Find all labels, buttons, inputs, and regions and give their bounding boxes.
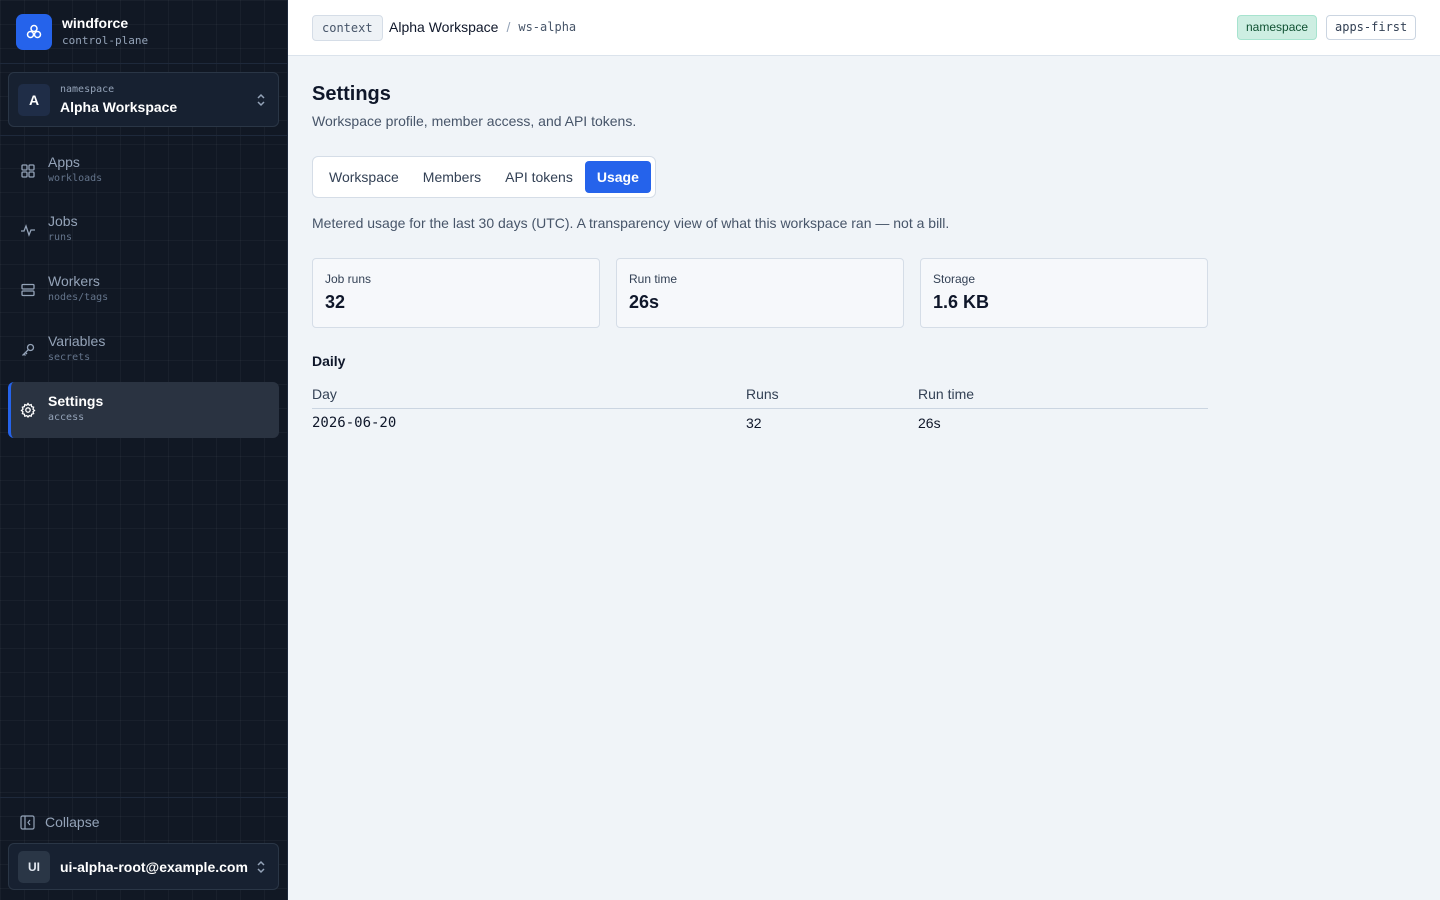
namespace-avatar: A bbox=[18, 83, 50, 116]
sidebar-item-sublabel: workloads bbox=[48, 173, 103, 184]
brand[interactable]: windforce control-plane bbox=[16, 14, 148, 50]
brand-name: windforce bbox=[62, 15, 129, 31]
column-header-runs: Runs bbox=[746, 386, 779, 402]
tab-api-tokens[interactable]: API tokens bbox=[493, 161, 585, 193]
tab-usage[interactable]: Usage bbox=[584, 161, 651, 193]
namespace-badge: namespace bbox=[1237, 15, 1318, 40]
sidebar-item-sublabel: access bbox=[48, 412, 85, 423]
sidebar-item-label: Workers bbox=[48, 273, 100, 289]
user-email: ui-alpha-root@example.com bbox=[60, 858, 248, 875]
settings-tabs: Workspace Members API tokens Usage bbox=[312, 156, 656, 198]
avatar: UI bbox=[18, 850, 50, 883]
sidebar-item-label: Jobs bbox=[48, 213, 78, 229]
sidebar-item-sublabel: nodes/tags bbox=[48, 292, 109, 303]
stat-label: Storage bbox=[933, 272, 976, 286]
collapse-icon bbox=[20, 814, 35, 830]
cell-runs: 32 bbox=[746, 415, 762, 431]
sidebar-item-sublabel: runs bbox=[48, 232, 73, 243]
sidebar-item-workers[interactable]: Workers nodes/tags bbox=[8, 262, 279, 318]
main-content: Settings Workspace profile, member acces… bbox=[288, 56, 1440, 900]
tab-members[interactable]: Members bbox=[411, 161, 493, 193]
stat-label: Job runs bbox=[325, 272, 372, 286]
usage-note: Metered usage for the last 30 days (UTC)… bbox=[312, 215, 950, 231]
page-title: Settings bbox=[312, 83, 391, 105]
table-header-row: Day Runs Run time bbox=[312, 383, 1208, 409]
sidebar-item-jobs[interactable]: Jobs runs bbox=[8, 202, 279, 258]
sidebar-item-label: Apps bbox=[48, 154, 80, 170]
daily-table: Day Runs Run time 2026-06-20 32 26s bbox=[312, 383, 1208, 437]
sidebar-item-label: Settings bbox=[48, 393, 104, 409]
activity-icon bbox=[21, 224, 35, 237]
tab-workspace[interactable]: Workspace bbox=[317, 161, 411, 193]
gear-icon bbox=[20, 402, 36, 418]
page-description: Workspace profile, member access, and AP… bbox=[312, 113, 637, 129]
user-switcher[interactable]: UI ui-alpha-root@example.com bbox=[8, 843, 279, 890]
divider bbox=[0, 797, 288, 798]
stat-value: 32 bbox=[325, 292, 346, 312]
brand-logo-icon bbox=[16, 14, 52, 50]
column-header-day: Day bbox=[312, 386, 337, 402]
cell-run-time: 26s bbox=[918, 415, 941, 431]
cell-day: 2026-06-20 bbox=[312, 415, 397, 431]
context-pill: context bbox=[312, 15, 383, 41]
server-icon bbox=[21, 283, 35, 297]
namespace-switcher[interactable]: A namespace Alpha Workspace bbox=[8, 72, 279, 127]
collapse-label: Collapse bbox=[45, 814, 100, 830]
stat-value: 26s bbox=[629, 292, 660, 312]
stat-card-storage: Storage 1.6 KB bbox=[920, 258, 1208, 328]
stat-card-run-time: Run time 26s bbox=[616, 258, 904, 328]
daily-section-title: Daily bbox=[312, 353, 346, 369]
namespace-name: Alpha Workspace bbox=[60, 99, 178, 115]
namespace-label: namespace bbox=[60, 84, 115, 95]
column-header-run-time: Run time bbox=[918, 386, 975, 402]
sidebar-item-apps[interactable]: Apps workloads bbox=[8, 143, 279, 199]
breadcrumb-workspace-id: ws-alpha bbox=[518, 20, 577, 34]
topbar: context Alpha Workspace / ws-alpha names… bbox=[288, 0, 1440, 56]
stat-value: 1.6 KB bbox=[933, 292, 990, 312]
apps-first-badge: apps-first bbox=[1326, 15, 1417, 40]
divider bbox=[0, 63, 288, 64]
sidebar-item-settings[interactable]: Settings access bbox=[8, 382, 279, 438]
breadcrumb: Alpha Workspace / ws-alpha bbox=[389, 18, 576, 36]
sidebar-item-sublabel: secrets bbox=[48, 352, 91, 363]
grid-icon bbox=[21, 164, 35, 178]
brand-subtitle: control-plane bbox=[62, 34, 149, 47]
stat-label: Run time bbox=[629, 272, 678, 286]
sidebar-item-variables[interactable]: Variables secrets bbox=[8, 322, 279, 378]
divider bbox=[0, 135, 288, 136]
table-row: 2026-06-20 32 26s bbox=[312, 409, 1208, 437]
sidebar-item-label: Variables bbox=[48, 333, 106, 349]
sidebar: windforce control-plane A namespace Alph… bbox=[0, 0, 288, 900]
breadcrumb-separator: / bbox=[506, 19, 511, 35]
stat-card-job-runs: Job runs 32 bbox=[312, 258, 600, 328]
chevron-updown-icon bbox=[257, 860, 265, 874]
collapse-button[interactable]: Collapse bbox=[20, 814, 99, 830]
breadcrumb-workspace[interactable]: Alpha Workspace bbox=[389, 18, 498, 36]
chevron-updown-icon bbox=[257, 93, 265, 107]
key-icon bbox=[22, 343, 35, 356]
